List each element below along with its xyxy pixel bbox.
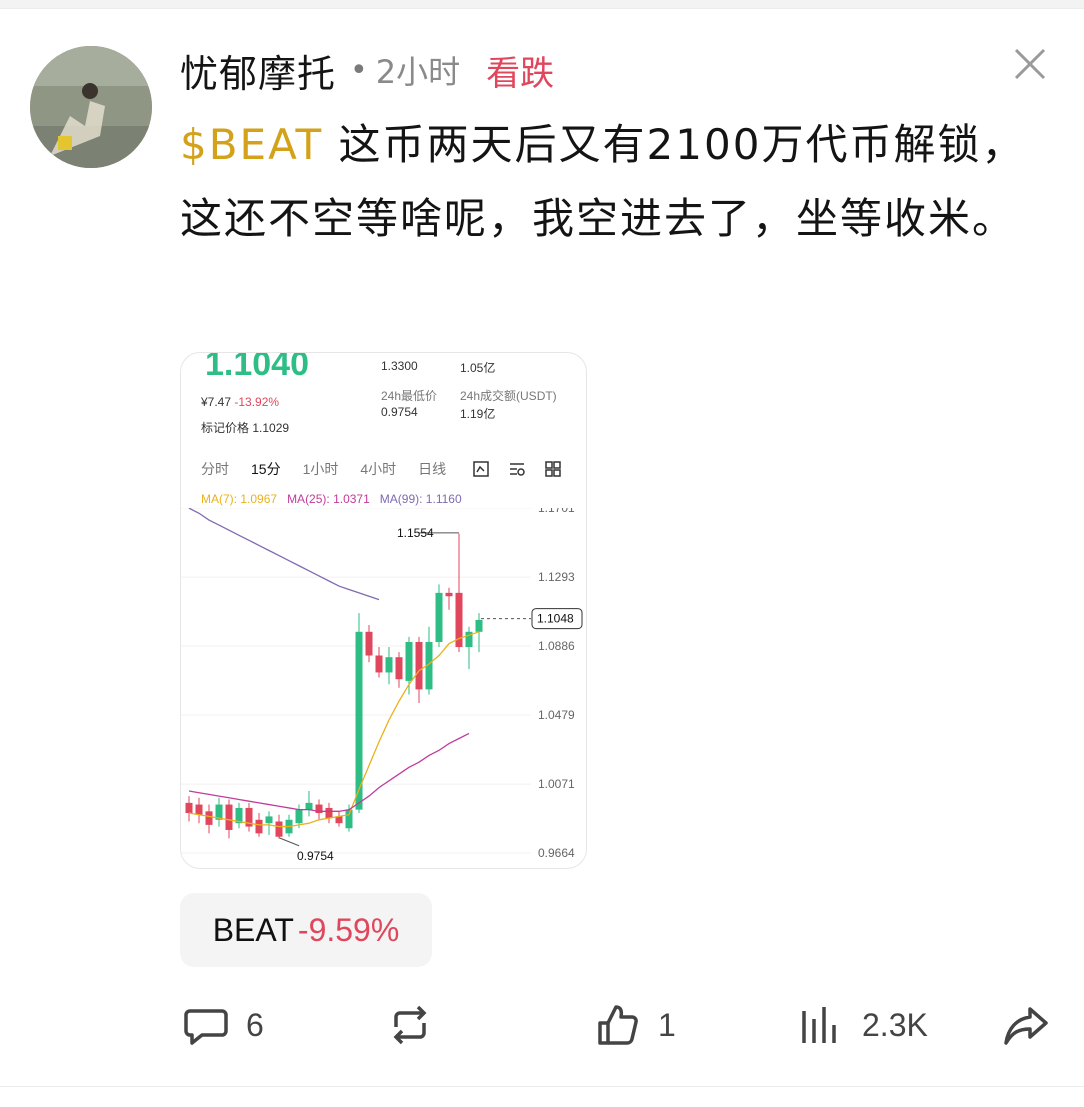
avatar-image [30, 46, 152, 168]
post-body: $BEAT 这币两天后又有2100万代币解锁，这还不空等啥呢，我空进去了，坐等收… [180, 108, 1060, 256]
amount-label: 24h成交额(USDT) [460, 389, 557, 403]
grid-icon[interactable] [543, 459, 563, 479]
candle-body [275, 821, 283, 837]
price-axis-label: 1.0071 [538, 777, 575, 791]
low-marker-line [278, 837, 300, 847]
comment-count: 6 [246, 1006, 264, 1043]
ma25-line [188, 732, 470, 812]
chart-cny-line: ¥7.47 -13.92% [201, 395, 279, 409]
mark-price-line: 标记价格 1.1029 [201, 419, 289, 436]
repost-button[interactable] [386, 995, 434, 1055]
avatar[interactable] [30, 46, 152, 168]
candle-body [475, 619, 483, 632]
candle-body [185, 802, 193, 814]
high-marker: 1.1554 [397, 526, 434, 540]
ma25-label: MA(25): 1.0371 [287, 492, 370, 506]
chart-cny: ¥7.47 [201, 395, 232, 409]
chart-image[interactable]: 1.1040 ¥7.47 -13.92% 标记价格 1.1029 1.3300 … [180, 352, 587, 869]
ma7-label: MA(7): 1.0967 [201, 492, 278, 506]
high-value: 1.3300 [381, 359, 418, 373]
candle-body [345, 809, 353, 829]
separator-dot: • [350, 52, 368, 88]
low-marker: 0.9754 [297, 849, 334, 863]
price-axis-label: 0.9664 [538, 846, 575, 860]
comment-icon [184, 1009, 228, 1045]
mark-label: 标记价格 [201, 421, 250, 435]
tab-fenshi[interactable]: 分时 [201, 459, 229, 479]
like-button[interactable]: 1 [594, 995, 676, 1055]
ma99-line [188, 508, 380, 601]
price-axis-label: 1.0479 [538, 708, 575, 722]
badge-symbol: BEAT [212, 911, 294, 948]
username[interactable]: 忧郁摩托 [180, 43, 336, 98]
chart-tools [471, 459, 563, 479]
like-count: 1 [658, 1006, 676, 1043]
views-icon [802, 1007, 836, 1043]
post-header: 忧郁摩托 • 2小时 看跌 [180, 40, 554, 100]
candle-body [205, 811, 213, 825]
candle-body [435, 592, 443, 642]
candle-body [225, 804, 233, 830]
price-axis-label: 1.1293 [538, 570, 575, 584]
price-axis-label: 1.0886 [538, 639, 575, 653]
share-icon [1004, 1007, 1048, 1045]
mark-value: 1.1029 [252, 421, 290, 435]
repost-icon [393, 1005, 427, 1045]
amount-value: 1.19亿 [460, 407, 496, 421]
badge-change: -9.59% [297, 911, 400, 948]
like-icon [598, 1005, 638, 1045]
tab-4h[interactable]: 4小时 [360, 459, 396, 479]
indicator-icon[interactable] [507, 459, 527, 479]
post-time: 2小时 [375, 53, 461, 91]
candle-body [445, 592, 453, 597]
candle-body [405, 641, 413, 681]
comment-button[interactable]: 6 [182, 995, 264, 1055]
candle-body [395, 657, 403, 680]
top-divider [0, 0, 1084, 9]
ma99-label: MA(99): 1.1160 [379, 492, 462, 506]
candle-body [305, 802, 313, 810]
candle-body [325, 807, 333, 819]
share-button[interactable] [1002, 995, 1050, 1055]
ma-legend: MA(7): 1.0967 MA(25): 1.0371 MA(99): 1.1… [201, 492, 462, 506]
tab-daily[interactable]: 日线 [418, 459, 446, 479]
views-button[interactable]: 2.3K [798, 995, 928, 1055]
interval-tabs: 分时 15分 1小时 4小时 日线 [201, 459, 468, 479]
candle-body [385, 657, 393, 673]
low-value: 0.9754 [381, 405, 418, 419]
candle-body [375, 655, 383, 673]
candle-body [365, 631, 373, 656]
views-count: 2.3K [862, 1006, 928, 1043]
bottom-divider [0, 1086, 1084, 1087]
candlestick-chart: 1.1701 1.1293 1.0886 1.0479 1.0071 0.9664 1.10… [181, 508, 583, 863]
close-icon[interactable] [1010, 44, 1050, 84]
sentiment-tag: 看跌 [486, 53, 555, 94]
candle-body [295, 809, 303, 824]
current-price-tag: 1.1048 [537, 612, 574, 626]
action-bar: 6 1 2.3K [0, 995, 1084, 1055]
vol-value: 1.05亿 [460, 361, 496, 375]
ticker-badge[interactable]: BEAT -9.59% [180, 893, 432, 967]
tab-15m[interactable]: 15分 [251, 459, 281, 479]
candle-body [415, 641, 423, 690]
ticker-link[interactable]: $BEAT [180, 120, 323, 169]
candle-body [265, 816, 273, 824]
candle-body [255, 819, 263, 834]
low-label: 24h最低价 [381, 389, 438, 403]
tab-1h[interactable]: 1小时 [303, 459, 339, 479]
price-axis-label: 1.1701 [538, 508, 575, 515]
chart-change: -13.92% [234, 395, 280, 409]
ma7-line [188, 631, 480, 828]
draw-tool-icon[interactable] [471, 459, 491, 479]
chart-price: 1.1040 [205, 352, 309, 383]
candle-body [195, 804, 203, 815]
